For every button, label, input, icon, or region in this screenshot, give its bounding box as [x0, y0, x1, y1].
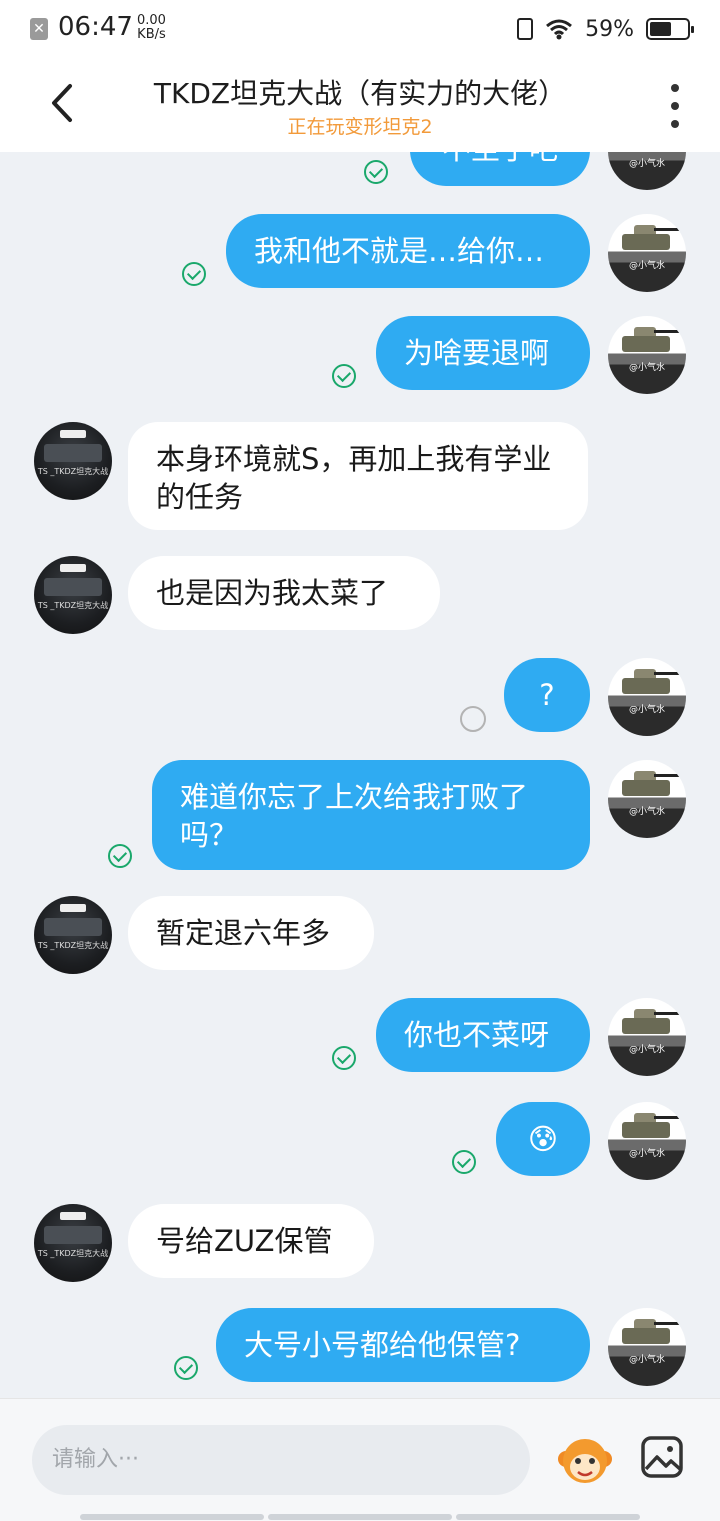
message-bubble[interactable]: 本身环境就S，再加上我有学业的任务 — [128, 422, 588, 530]
chat-title: TKDZ坦克大战（有实力的大佬） — [153, 77, 567, 110]
message-bubble[interactable]: 我和他不就是…给你… — [226, 214, 590, 288]
avatar[interactable]: TS _TKDZ坦克大战 — [34, 1204, 112, 1282]
more-dot-icon — [671, 84, 679, 92]
vibrate-icon — [517, 18, 534, 40]
message-bubble[interactable]: 号给ZUZ保管 — [128, 1204, 374, 1278]
avatar[interactable]: TS _TKDZ坦克大战 — [34, 422, 112, 500]
avatar[interactable]: @小气水 — [608, 1308, 686, 1386]
avatar[interactable]: @小气水 — [608, 152, 686, 190]
status-bar: ✕ 06:47 0.00 KB/s 59% — [0, 0, 720, 56]
battery-percent: 59% — [585, 16, 634, 42]
wifi-icon — [546, 19, 573, 40]
avatar[interactable]: @小气水 — [608, 658, 686, 736]
battery-icon — [646, 18, 694, 40]
message-bubble[interactable]: 大号小号都给他保管? — [216, 1308, 590, 1382]
read-check-icon — [332, 1046, 356, 1070]
avatar[interactable]: @小气水 — [608, 998, 686, 1076]
read-check-icon — [182, 262, 206, 286]
message-bubble[interactable]: 😰 — [496, 1102, 590, 1176]
image-icon — [641, 1436, 683, 1478]
network-speed-value: 0.00 — [137, 13, 166, 28]
message-bubble[interactable]: 暂定退六年多 — [128, 896, 374, 970]
message-list[interactable]: 不至于吧 @小气水 我和他不就是…给你… @小气水 为啥要退啊 @小气水 TS … — [0, 152, 720, 1398]
image-button[interactable] — [640, 1435, 684, 1479]
read-check-icon — [364, 160, 388, 184]
message-bubble[interactable]: 为啥要退啊 — [376, 316, 590, 390]
read-check-icon — [108, 844, 132, 868]
avatar[interactable]: TS _TKDZ坦克大战 — [34, 556, 112, 634]
notification-close-icon: ✕ — [30, 18, 48, 40]
network-speed: 0.00 KB/s — [137, 14, 166, 42]
message-input[interactable]: 请输入··· — [32, 1425, 530, 1495]
more-options-button[interactable] — [660, 84, 690, 128]
status-right: 59% — [517, 14, 694, 44]
emoji-mascot-button[interactable] — [556, 1435, 614, 1487]
chevron-left-icon — [52, 84, 72, 122]
message-bubble[interactable]: ? — [504, 658, 590, 732]
pending-status-icon — [460, 706, 486, 732]
input-bar: 请输入··· — [0, 1398, 720, 1521]
chat-subtitle: 正在玩变形坦克2 — [287, 116, 433, 138]
avatar[interactable]: @小气水 — [608, 316, 686, 394]
avatar[interactable]: @小气水 — [608, 1102, 686, 1180]
message-bubble[interactable]: 你也不菜呀 — [376, 998, 590, 1072]
message-bubble[interactable]: 也是因为我太菜了 — [128, 556, 440, 630]
message-bubble[interactable]: 难道你忘了上次给我打败了吗？ — [152, 760, 590, 870]
network-speed-unit: KB/s — [137, 27, 166, 42]
avatar[interactable]: @小气水 — [608, 214, 686, 292]
status-time: 06:47 — [58, 12, 133, 42]
read-check-icon — [174, 1356, 198, 1380]
message-bubble[interactable]: 不至于吧 — [410, 152, 590, 186]
more-dot-icon — [671, 102, 679, 110]
avatar[interactable]: @小气水 — [608, 760, 686, 838]
avatar[interactable]: TS _TKDZ坦克大战 — [34, 896, 112, 974]
read-check-icon — [452, 1150, 476, 1174]
chat-header: TKDZ坦克大战（有实力的大佬） 正在玩变形坦克2 — [0, 56, 720, 152]
system-nav-bar — [80, 1514, 640, 1520]
monkey-face-icon — [558, 1439, 612, 1483]
back-button[interactable] — [40, 78, 88, 128]
read-check-icon — [332, 364, 356, 388]
more-dot-icon — [671, 120, 679, 128]
